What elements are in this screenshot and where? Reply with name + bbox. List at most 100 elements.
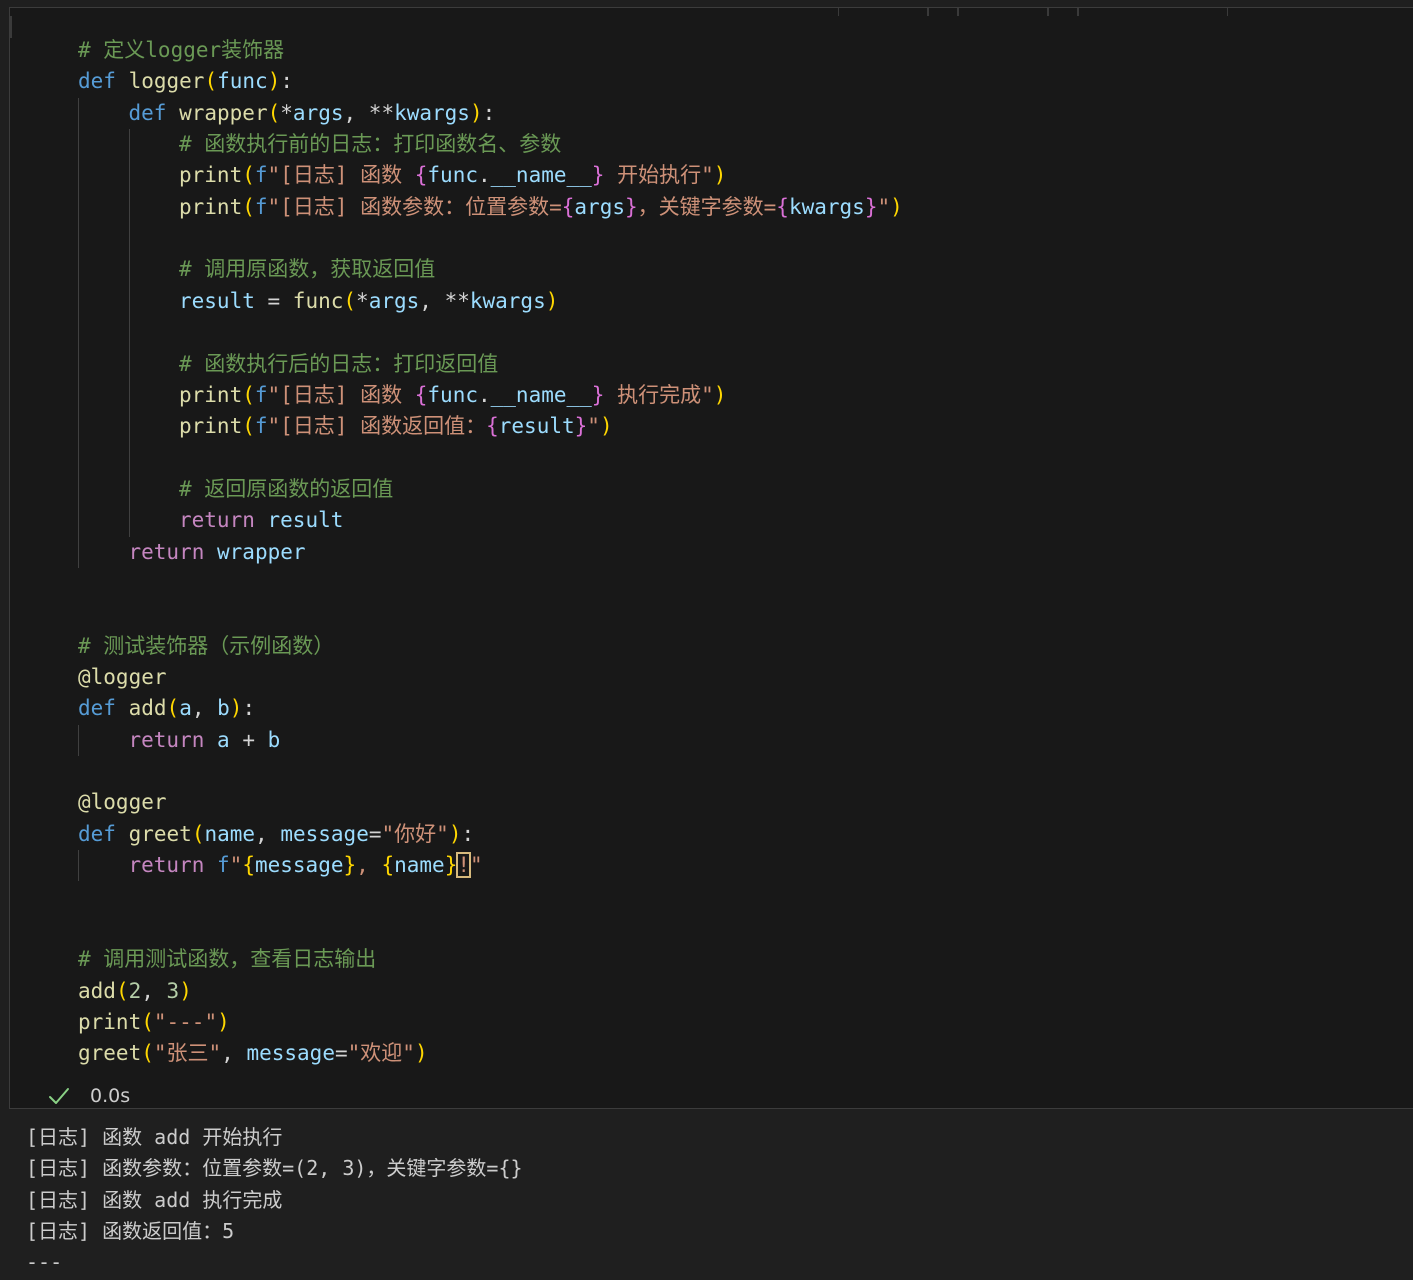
code-token: "[日志] 函数参数：位置参数= [267,194,562,219]
indent-guide [78,850,79,882]
code-line[interactable]: # 返回原函数的返回值 [179,474,393,505]
code-line[interactable]: # 调用原函数，获取返回值 [179,254,435,285]
code-token: . [477,163,491,188]
code-token: , [343,100,369,125]
code-token: "欢迎" [347,1041,415,1066]
code-line[interactable]: print(f"[日志] 函数 {func.__name__} 执行完成") [179,380,726,411]
code-token: = [254,288,293,313]
code-line[interactable]: @logger [78,662,167,693]
code-line[interactable]: greet("张三", message="欢迎") [78,1038,428,1069]
code-token: } [624,194,638,219]
code-token: 3 [166,978,180,1003]
code-line[interactable]: def add(a, b): [78,693,255,724]
code-line[interactable]: # 函数执行前的日志：打印函数名、参数 [179,129,561,160]
code-token: greet [128,821,192,846]
indent-guide [78,724,79,757]
code-token: + [229,727,268,752]
code-token: args [368,288,420,313]
code-token: wrapper [217,539,306,564]
code-token: # 返回原函数的返回值 [179,476,394,501]
code-token: } [591,382,605,407]
code-token: args [574,194,625,219]
code-token: ) [229,696,243,721]
output-line: [日志] 函数参数：位置参数=(2, 3)，关键字参数={} [26,1156,523,1181]
code-token: result [267,508,344,533]
code-line[interactable]: print(f"[日志] 函数返回值：{result}") [179,411,613,442]
toolbar-segment [958,8,1048,16]
code-token: add [128,696,167,721]
code-line[interactable]: # 函数执行后的日志：打印返回值 [179,349,498,380]
code-line[interactable]: result = func(*args, **kwargs) [179,286,558,317]
code-token: return [128,727,205,752]
code-token: message [280,821,369,846]
code-token: , [191,696,218,721]
code-token: , [255,821,281,846]
code-token: func [427,382,478,407]
code-token: result [179,288,255,313]
code-token: def [78,69,116,94]
code-line[interactable]: print(f"[日志] 函数 {func.__name__} 开始执行") [179,160,726,191]
code-token: ( [242,414,255,439]
code-token: # 函数执行后的日志：打印返回值 [179,351,499,376]
code-token: } [444,853,458,878]
code-token: # 定义logger装饰器 [78,38,285,62]
code-cell[interactable]: # 定义logger装饰器 def logger(func): def wrappe… [9,7,1413,1109]
code-line[interactable]: # 测试装饰器（示例函数） [78,631,334,662]
code-token: ，关键字参数= [637,194,777,219]
code-token: ** [368,100,395,125]
code-line[interactable]: print(f"[日志] 函数参数：位置参数={args}，关键字参数={kwa… [179,192,903,223]
toolbar-segment [1048,8,1078,16]
code-token: } [343,853,357,878]
code-token: print [179,382,243,407]
code-line[interactable]: return result [179,505,343,536]
code-token: . [477,382,491,407]
indent-guide [78,97,79,568]
code-token: ! [456,852,471,879]
code-line[interactable]: print("---") [78,1007,230,1038]
code-token: , [141,978,167,1003]
code-line[interactable]: return a + b [129,725,281,756]
code-token: message [246,1041,335,1066]
code-token: a [179,696,192,721]
code-token: func [292,288,344,313]
code-token: ( [242,194,255,219]
code-line[interactable]: # 定义logger装饰器 [78,35,284,66]
code-line[interactable]: def logger(func): [78,66,293,97]
code-token: ) [545,288,559,313]
code-token: greet [78,1041,142,1066]
output-line: [日志] 函数 add 开始执行 [26,1125,283,1149]
code-token: ) [713,382,727,407]
cell-execution-status: 0.0s [48,1082,130,1110]
code-token: * [356,288,369,313]
code-token: return [179,508,255,533]
code-token: @logger [78,665,167,689]
code-line[interactable]: @logger [78,787,167,818]
code-token: ( [115,978,129,1003]
code-token: : [461,821,475,846]
code-token: " [877,194,891,219]
code-line[interactable]: add(2, 3) [78,976,192,1007]
code-token: { [486,414,499,439]
code-line[interactable]: def greet(name, message="你好"): [78,819,474,850]
code-token: = [334,1041,348,1066]
cell-output: [日志] 函数 add 开始执行 [日志] 函数参数：位置参数=(2, 3)，关键… [0,1110,1413,1280]
code-line[interactable]: def wrapper(*args, **kwargs): [129,98,496,129]
code-line[interactable]: return wrapper [129,537,306,568]
code-token: } [591,163,605,188]
code-token: = [368,821,382,846]
code-token: f [254,163,268,188]
code-token: ) [713,163,727,188]
code-token: return [128,853,205,878]
code-line[interactable]: # 调用测试函数，查看日志输出 [78,944,376,975]
cell-focus-indicator [10,16,12,38]
code-token: ( [343,288,357,313]
code-token: print [179,414,243,439]
code-token: __name__ [490,382,592,407]
code-token: ( [242,382,255,407]
code-line[interactable]: return f"{message}, {name}!" [129,850,483,881]
code-token: args [292,100,344,125]
code-token: ( [242,163,255,188]
code-token: def [78,821,116,846]
